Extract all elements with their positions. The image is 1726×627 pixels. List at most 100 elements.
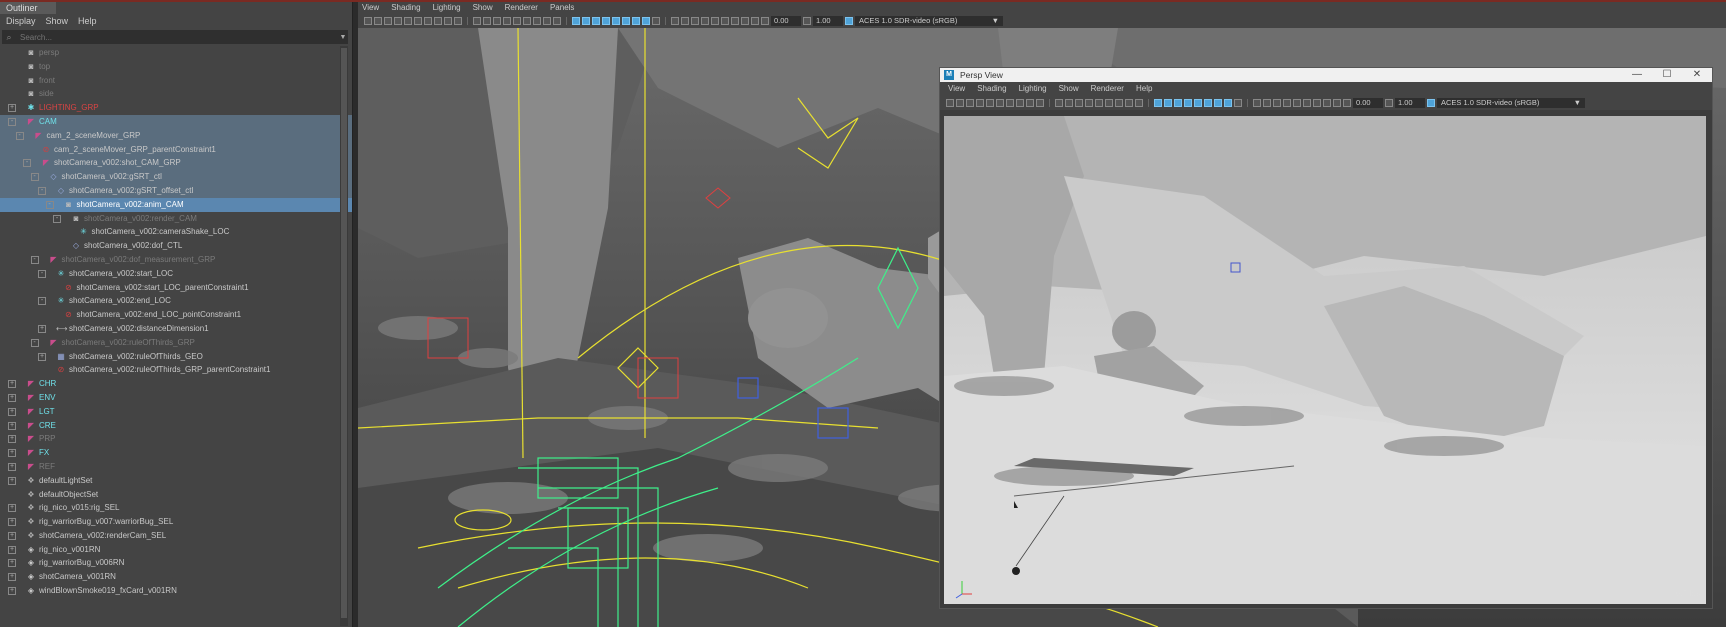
outliner-row[interactable]: - ◇ shotCamera_v002:gSRT_offset_ctl [0,183,352,198]
toolbar-button[interactable] [364,17,372,25]
gamma-field[interactable]: 1.00 [1395,98,1425,108]
toolbar-button[interactable] [572,17,580,25]
menu-show[interactable]: Show [46,14,69,28]
menu-shading[interactable]: Shading [977,82,1006,96]
toolbar-button[interactable] [473,17,481,25]
expand-icon[interactable]: + [8,476,16,485]
outliner-scrollbar[interactable] [340,46,348,626]
expand-icon[interactable]: + [8,573,16,582]
toolbar-button[interactable] [592,17,600,25]
toolbar-button[interactable] [652,17,660,25]
outliner-row[interactable]: + ▦ shotCamera_v002:ruleOfThirds_GEO [0,350,352,364]
toolbar-button[interactable] [533,17,541,25]
collapse-icon[interactable]: - [38,269,46,278]
toolbar-button[interactable] [741,17,749,25]
toolbar-button[interactable] [976,99,984,107]
toolbar-button[interactable] [1115,99,1123,107]
toolbar-button[interactable] [986,99,994,107]
toolbar-button[interactable] [612,17,620,25]
outliner-row[interactable]: - ◤ shotCamera_v002:shot_CAM_GRP [0,156,352,171]
outliner-row[interactable]: + ◤ LGT [0,405,352,419]
toolbar-button[interactable] [946,99,954,107]
exposure-icon[interactable] [761,17,769,25]
toolbar-button[interactable] [1105,99,1113,107]
exposure-field[interactable]: 0.00 [771,16,801,26]
gamma-icon[interactable] [803,17,811,25]
collapse-icon[interactable]: - [30,255,39,264]
outliner-row[interactable]: + ◤ REF [0,460,352,474]
menu-lighting[interactable]: Lighting [433,2,461,14]
menu-show[interactable]: Show [1059,82,1079,96]
outliner-row[interactable]: - ◇ shotCamera_v002:gSRT_ctl [0,170,352,184]
persp-render-scene[interactable] [944,116,1706,604]
toolbar-button[interactable] [966,99,974,107]
toolbar-button[interactable] [1224,99,1232,107]
toolbar-button[interactable] [1234,99,1242,107]
menu-lighting[interactable]: Lighting [1019,82,1047,96]
outliner-row[interactable]: + ◤ CRE [0,419,352,433]
outliner-row[interactable]: ❖ defaultObjectSet [0,488,352,502]
toolbar-button[interactable] [996,99,1004,107]
toolbar-button[interactable] [1323,99,1331,107]
outliner-row[interactable]: ◙ persp [0,46,352,60]
toolbar-button[interactable] [582,17,590,25]
toolbar-button[interactable] [394,17,402,25]
outliner-row[interactable]: ⊘ shotCamera_v002:end_LOC_pointConstraint… [0,308,352,322]
expand-icon[interactable]: + [38,324,46,333]
toolbar-button[interactable] [1135,99,1143,107]
toolbar-button[interactable] [553,17,561,25]
toolbar-button[interactable] [1125,99,1133,107]
toolbar-button[interactable] [751,17,759,25]
gamma-icon[interactable] [1385,99,1393,107]
toolbar-button[interactable] [424,17,432,25]
toolbar-button[interactable] [414,17,422,25]
expand-icon[interactable]: + [8,545,16,554]
toolbar-button[interactable] [1164,99,1172,107]
outliner-row[interactable]: + ◈ shotCamera_v001RN [0,570,352,584]
outliner-row[interactable]: + ◤ CHR [0,377,352,391]
outliner-row[interactable]: ⊘ shotCamera_v002:start_LOC_parentConstra… [0,281,352,295]
expand-icon[interactable]: + [8,504,16,513]
expand-icon[interactable]: + [8,531,16,540]
collapse-icon[interactable]: - [30,338,39,347]
menu-panels[interactable]: Panels [550,2,574,14]
expand-icon[interactable]: + [38,352,46,361]
outliner-row[interactable]: + ❖ defaultLightSet [0,474,352,488]
toolbar-button[interactable] [622,17,630,25]
toolbar-button[interactable] [1036,99,1044,107]
outliner-row[interactable]: + ⟷ shotCamera_v002:distanceDimension1 [0,322,352,336]
toolbar-button[interactable] [1303,99,1311,107]
menu-view[interactable]: View [362,2,379,14]
toolbar-button[interactable] [1283,99,1291,107]
outliner-row[interactable]: ◇ shotCamera_v002:dof_CTL [0,239,352,253]
toolbar-button[interactable] [1184,99,1192,107]
collapse-icon[interactable]: - [30,173,39,182]
gamma-field[interactable]: 1.00 [813,16,843,26]
expand-icon[interactable]: + [8,449,16,458]
toolbar-button[interactable] [1194,99,1202,107]
toolbar-button[interactable] [691,17,699,25]
toolbar-button[interactable] [1148,99,1149,107]
toolbar-button[interactable] [543,17,551,25]
expand-icon[interactable]: + [8,104,16,113]
persp-window-titlebar[interactable]: M Persp View — ☐ ✕ [940,68,1712,82]
toolbar-button[interactable] [602,17,610,25]
toolbar-button[interactable] [1214,99,1222,107]
color-space-select[interactable]: ACES 1.0 SDR-video (sRGB) ▼ [855,16,1003,26]
outliner-row[interactable]: ◙ top [0,60,352,74]
outliner-row[interactable]: - ◙ shotCamera_v002:anim_CAM [0,197,352,212]
toolbar-button[interactable] [523,17,531,25]
outliner-row[interactable]: - ◙ shotCamera_v002:render_CAM [0,212,352,226]
toolbar-button[interactable] [1085,99,1093,107]
menu-shading[interactable]: Shading [391,2,420,14]
outliner-row[interactable]: ◙ front [0,74,352,88]
collapse-icon[interactable]: - [8,117,16,126]
toolbar-button[interactable] [956,99,964,107]
close-button[interactable]: ✕ [1682,68,1712,82]
menu-help[interactable]: Help [78,14,97,28]
toolbar-button[interactable] [711,17,719,25]
toolbar-button[interactable] [404,17,412,25]
toolbar-button[interactable] [665,17,666,25]
outliner-row[interactable]: + ❖ rig_warriorBug_v007:warriorBug_SEL [0,515,352,529]
outliner-row[interactable]: + ❖ rig_nico_v015:rig_SEL [0,501,352,515]
